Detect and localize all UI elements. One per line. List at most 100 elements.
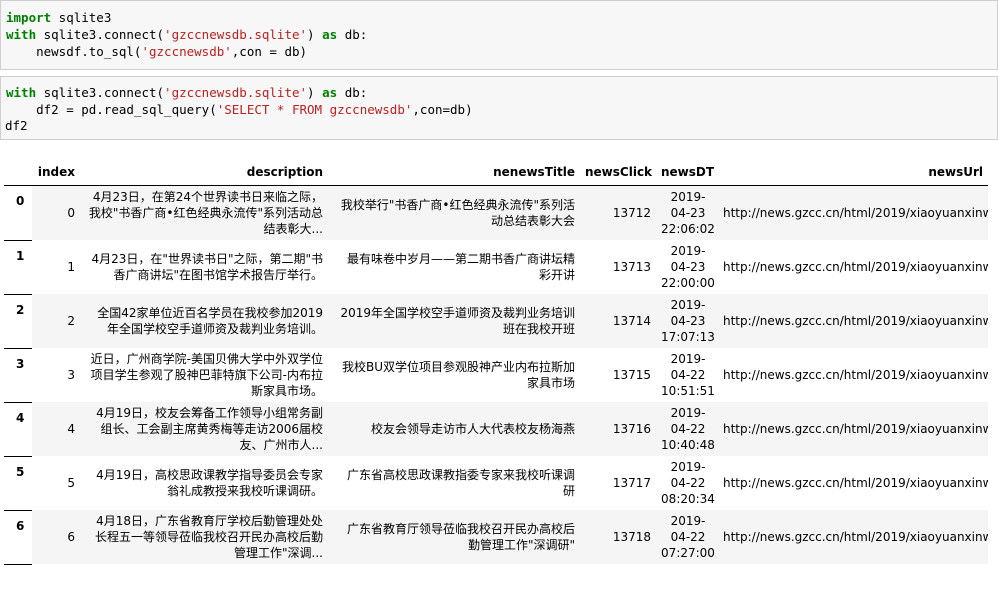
cell-title: 我校BU双学位项目参观股神产业内布拉斯加家具市场 [328, 348, 580, 402]
cell-click: 13716 [580, 402, 656, 456]
cell-title-text: 校友会领导走访市人大代表校友杨海燕 [370, 422, 575, 436]
code-token: db: [337, 27, 368, 42]
row-label: 0 [4, 185, 32, 241]
code-token: ,con=db) [412, 102, 473, 117]
table-header-row: index description nenewsTitle newsClick … [4, 159, 988, 186]
code-editor-1[interactable]: import sqlite3 with sqlite3.connect('gzcc… [1, 1, 997, 60]
cell-index: 0 [32, 185, 80, 240]
code-editor-2[interactable]: with sqlite3.connect('gzccnewsdb.sqlite'… [1, 77, 997, 118]
table-row: 4 4 4月19日，校友会筹备工作领导小组常务副组长、工会副主席黄秀梅等走访2006… [4, 402, 988, 457]
column-header-description: description [80, 159, 328, 186]
code-token: with [6, 85, 37, 100]
cell-title-text: 广东省教育厅领导莅临我校召开民办高校后勤管理工作"深调研" [346, 522, 575, 552]
cell-click: 13715 [580, 348, 656, 402]
column-header-click: newsClick [580, 159, 656, 186]
cell-click: 13712 [580, 185, 656, 240]
code-token: as [322, 85, 338, 100]
cell-title: 我校举行"书香广商•红色经典永流传"系列活动总结表彰大会 [328, 185, 580, 240]
code-token: with [6, 27, 37, 42]
cell-description-text: 全国42家单位近百名学员在我校参加2019年全国学校空手道师资及裁判业务培训。 [97, 306, 323, 336]
cell-url: http://news.gzcc.cn/html/2019/xiaoyuanxi… [718, 348, 988, 402]
cell-description-text: 4月23日，在"世界读书日"之际，第二期"书香广商讲坛"在图书馆学术报告厅举行。 [91, 252, 323, 282]
cell-title: 广东省教育厅领导莅临我校召开民办高校后勤管理工作"深调研" [328, 510, 580, 564]
row-label: 5 [4, 456, 32, 511]
cell-url: http://news.gzcc.cn/html/2019/xiaoyuanxi… [718, 240, 988, 294]
code-token: 'SELECT * FROM gzccnewsdb' [216, 102, 413, 117]
cell-description: 4月19日，高校思政课教学指导委员会专家翁礼成教授来我校听课调研。 [80, 456, 328, 510]
cell-datetime-text: 2019-04-22 10:40:48 [661, 406, 715, 452]
code-line: with sqlite3.connect('gzccnewsdb.sqlite'… [6, 26, 997, 43]
cell-datetime: 2019-04-22 10:51:51 [656, 348, 718, 402]
cell-title-text: 广东省高校思政课教指委专家来我校听课调研 [346, 468, 575, 498]
cell-description: 4月18日，广东省教育厅学校后勤管理处处长程五一等领导莅临我校召开民办高校后勤管… [80, 510, 328, 564]
cell-datetime: 2019-04-22 10:40:48 [656, 402, 718, 456]
row-label: 3 [4, 348, 32, 403]
row-label: 2 [4, 294, 32, 349]
cell-datetime-text: 2019-04-23 17:07:13 [661, 298, 715, 344]
cell-description-text: 4月18日，广东省教育厅学校后勤管理处处长程五一等领导莅临我校召开民办高校后勤管… [94, 514, 323, 560]
code-token: as [322, 27, 338, 42]
table-row: 5 5 4月19日，高校思政课教学指导委员会专家翁礼成教授来我校听课调研。 广东省高校… [4, 456, 988, 511]
column-header-title: nenewsTitle [328, 159, 580, 186]
code-token: db: [337, 85, 368, 100]
cell-title: 最有味卷中岁月——第二期书香广商讲坛精彩开讲 [328, 240, 580, 294]
cell-index: 1 [32, 240, 80, 294]
cell-datetime-text: 2019-04-23 22:06:02 [661, 190, 715, 236]
cell-title-text: 最有味卷中岁月——第二期书香广商讲坛精彩开讲 [346, 252, 575, 282]
cell-url: http://news.gzcc.cn/html/2019/xiaoyuanxi… [718, 294, 988, 348]
cell-click: 13717 [580, 456, 656, 510]
cell-title: 校友会领导走访市人大代表校友杨海燕 [328, 402, 580, 456]
code-line: newsdf.to_sql('gzccnewsdb',con = db) [6, 43, 997, 60]
cell-description-text: 4月23日，在第24个世界读书日来临之际，我校"书香广商•红色经典永流传"系列活… [88, 190, 323, 236]
cell-url: http://news.gzcc.cn/html/2019/xiaoyuanxi… [718, 456, 988, 510]
table-row: 1 1 4月23日，在"世界读书日"之际，第二期"书香广商讲坛"在图书馆学术报告厅举… [4, 240, 988, 295]
table-row: 3 3 近日，广州商学院-美国贝佛大学中外双学位项目学生参观了股神巴菲特旗下公司-内… [4, 348, 988, 403]
code-token: ,con = db) [231, 44, 308, 59]
cell-url: http://news.gzcc.cn/html/2019/xiaoyuanxi… [718, 402, 988, 456]
cell-datetime-text: 2019-04-22 10:51:51 [661, 352, 715, 398]
cell-datetime: 2019-04-22 08:20:34 [656, 456, 718, 510]
cell-index: 4 [32, 402, 80, 456]
cell-description-text: 近日，广州商学院-美国贝佛大学中外双学位项目学生参观了股神巴菲特旗下公司-内布拉… [90, 352, 323, 398]
cell-click: 13714 [580, 294, 656, 348]
code-token: ) [307, 27, 323, 42]
cell-datetime: 2019-04-23 22:00:00 [656, 240, 718, 294]
cell-title: 广东省高校思政课教指委专家来我校听课调研 [328, 456, 580, 510]
row-label: 4 [4, 402, 32, 457]
cell-index: 3 [32, 348, 80, 402]
column-header-index: index [32, 159, 80, 186]
code-token: ) [307, 85, 323, 100]
code-token: 'gzccnewsdb.sqlite' [164, 85, 308, 100]
code-line: df2 = pd.read_sql_query('SELECT * FROM g… [6, 101, 997, 118]
table-row: 6 6 4月18日，广东省教育厅学校后勤管理处处长程五一等领导莅临我校召开民办高校后… [4, 510, 988, 565]
cell-datetime: 2019-04-22 07:27:00 [656, 510, 718, 564]
cell-description-text: 4月19日，校友会筹备工作领导小组常务副组长、工会副主席黄秀梅等走访2006届校… [96, 406, 323, 452]
code-line: import sqlite3 [6, 9, 997, 26]
code-token: sqlite3.connect( [36, 85, 165, 100]
code-line: with sqlite3.connect('gzccnewsdb.sqlite'… [6, 84, 997, 101]
cell-datetime: 2019-04-23 22:06:02 [656, 185, 718, 240]
code-token: 'gzccnewsdb.sqlite' [164, 27, 308, 42]
code-cell-2[interactable]: with sqlite3.connect('gzccnewsdb.sqlite'… [0, 76, 998, 140]
cell-click: 13713 [580, 240, 656, 294]
cell-title-text: 我校BU双学位项目参观股神产业内布拉斯加家具市场 [341, 360, 575, 390]
cell-url: http://news.gzcc.cn/html/2019/xiaoyuanxi… [718, 510, 988, 564]
cell-description-text: 4月19日，高校思政课教学指导委员会专家翁礼成教授来我校听课调研。 [96, 468, 323, 498]
cell-description: 4月23日，在第24个世界读书日来临之际，我校"书香广商•红色经典永流传"系列活… [80, 185, 328, 240]
column-header [4, 159, 32, 186]
table-row: 0 0 4月23日，在第24个世界读书日来临之际，我校"书香广商•红色经典永流传"系… [4, 185, 988, 241]
column-header-dt: newsDT [656, 159, 718, 186]
column-header-url: newsUrl [718, 159, 988, 186]
code-token: newsdf.to_sql( [6, 44, 142, 59]
dataframe-table: index description nenewsTitle newsClick … [4, 159, 988, 565]
code-token: import [6, 10, 52, 25]
code-token: df2 = pd.read_sql_query( [6, 102, 217, 117]
cell-description: 4月23日，在"世界读书日"之际，第二期"书香广商讲坛"在图书馆学术报告厅举行。 [80, 240, 328, 294]
cell-description: 近日，广州商学院-美国贝佛大学中外双学位项目学生参观了股神巴菲特旗下公司-内布拉… [80, 348, 328, 402]
code-token: sqlite3.connect( [36, 27, 165, 42]
row-label: 1 [4, 240, 32, 295]
code-cell-1[interactable]: import sqlite3 with sqlite3.connect('gzcc… [0, 0, 998, 70]
output-expression: df2 [5, 118, 28, 133]
cell-index: 6 [32, 510, 80, 564]
cell-datetime-text: 2019-04-22 08:20:34 [661, 460, 715, 506]
